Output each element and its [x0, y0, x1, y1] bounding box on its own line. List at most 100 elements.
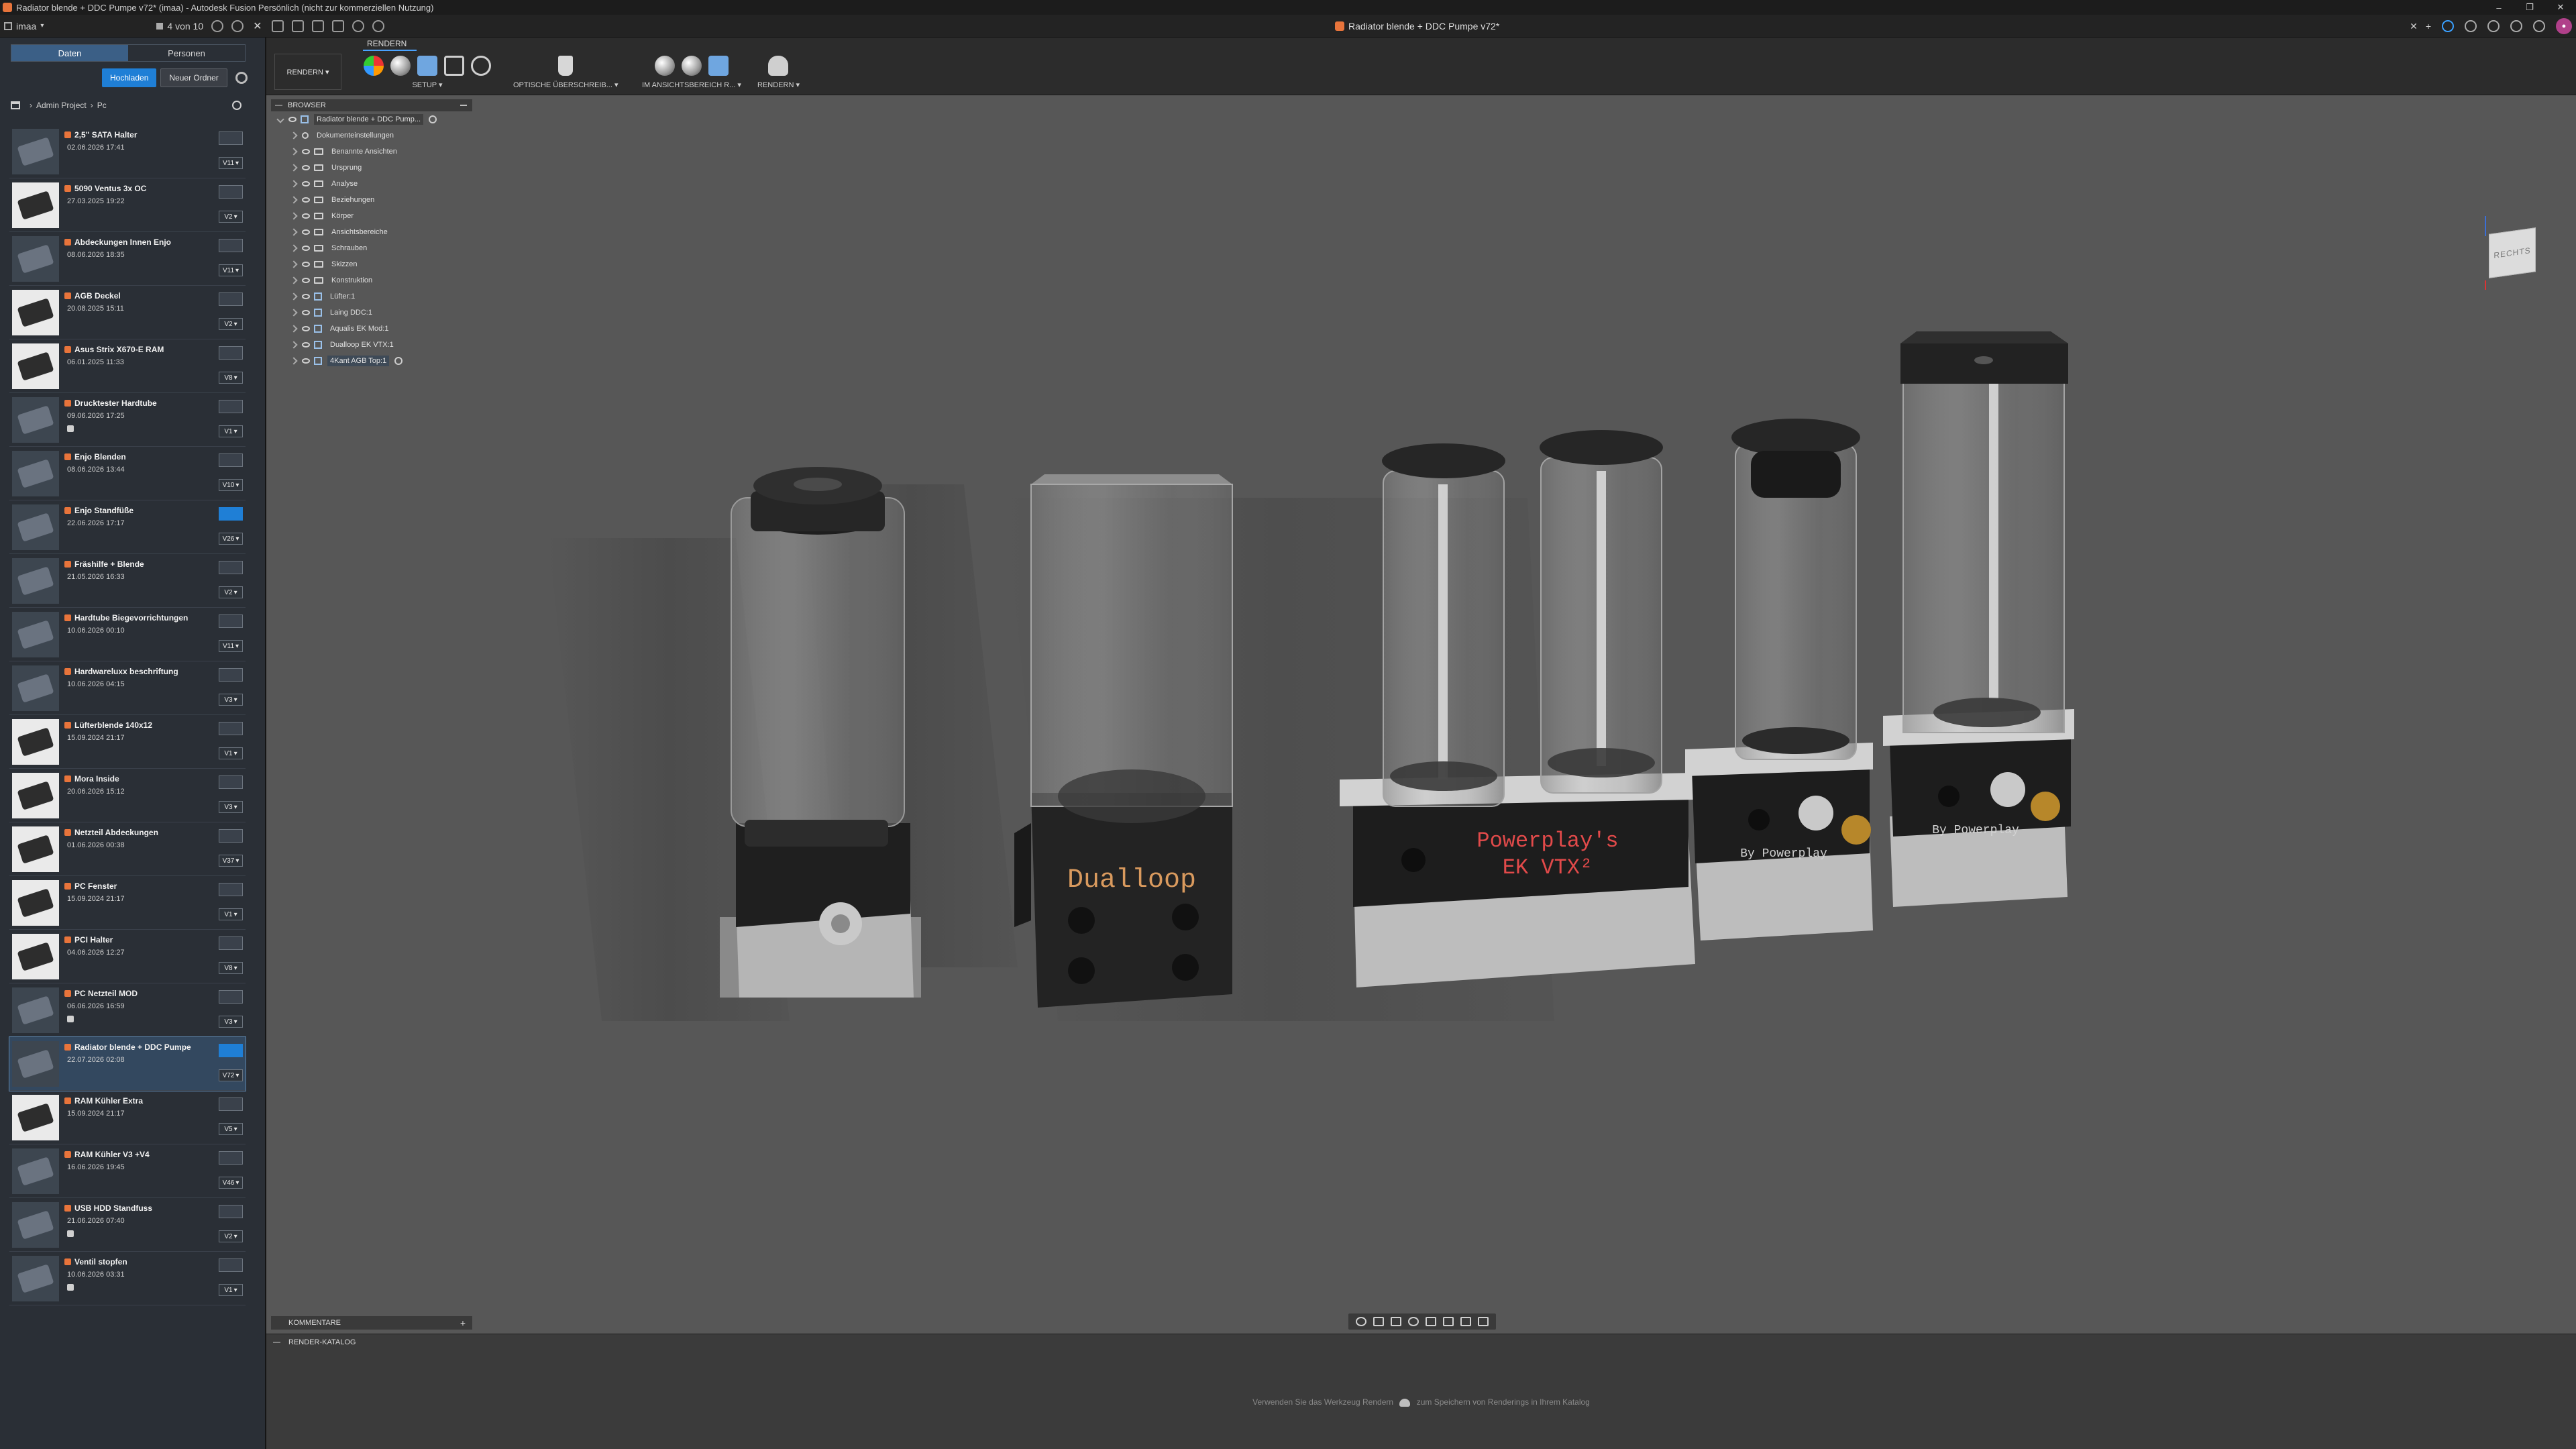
expand-arrow-icon[interactable]	[290, 325, 298, 333]
render-group[interactable]: RENDERN ▾	[757, 54, 800, 93]
version-badge[interactable]: V8 ▾	[219, 372, 243, 384]
version-badge[interactable]: V2 ▾	[219, 211, 243, 223]
document-tab[interactable]: Radiator blende + DDC Pumpe v72*	[1335, 15, 1499, 38]
expand-arrow-icon[interactable]	[290, 148, 298, 156]
version-badge[interactable]: V8 ▾	[219, 962, 243, 974]
file-item[interactable]: RAM Kühler Extra 15.09.2024 21:17 V5 ▾	[9, 1091, 246, 1144]
version-badge[interactable]: V2 ▾	[219, 318, 243, 330]
in-canvas-settings-icon[interactable]	[681, 56, 702, 76]
version-badge[interactable]: V11 ▾	[219, 264, 243, 276]
version-badge[interactable]: V1 ▾	[219, 747, 243, 759]
browser-node[interactable]: Dualloop EK VTX:1	[271, 337, 472, 353]
apps-grid-icon[interactable]	[291, 19, 304, 32]
expand-arrow-icon[interactable]	[290, 309, 298, 317]
job-status-cloud-icon[interactable]	[2465, 20, 2477, 32]
file-item[interactable]: Enjo Blenden 08.06.2026 13:44 V10 ▾	[9, 447, 246, 500]
open-file-button[interactable]	[219, 561, 243, 574]
appearance-icon[interactable]	[364, 56, 384, 76]
visibility-eye-icon[interactable]	[302, 181, 310, 186]
version-badge[interactable]: V10 ▾	[219, 479, 243, 491]
file-thumbnail[interactable]	[12, 826, 59, 872]
undo-icon[interactable]	[352, 19, 364, 32]
view-cube-face-right[interactable]: RECHTS	[2489, 227, 2536, 278]
maximize-button[interactable]: ❐	[2514, 0, 2545, 15]
open-file-button[interactable]	[219, 400, 243, 413]
version-badge[interactable]: V3 ▾	[219, 694, 243, 706]
close-panel-icon[interactable]: ✕	[253, 19, 262, 33]
workspace-switcher[interactable]: RENDERN ▾	[274, 54, 341, 90]
open-file-button[interactable]	[219, 829, 243, 843]
optical-override-icon[interactable]	[558, 56, 574, 76]
activate-icon[interactable]	[394, 357, 403, 365]
browser-node[interactable]: Skizzen	[271, 256, 472, 272]
visibility-eye-icon[interactable]	[302, 197, 310, 203]
expand-arrow-icon[interactable]	[290, 131, 298, 140]
expand-arrow-icon[interactable]	[290, 212, 298, 220]
file-item[interactable]: Asus Strix X670-E RAM 06.01.2025 11:33 V8 ▾	[9, 339, 246, 393]
user-menu[interactable]: imaa ▾	[0, 15, 48, 38]
browser-root-node[interactable]: Radiator blende + DDC Pump...	[271, 111, 472, 127]
expand-arrow-icon[interactable]	[290, 341, 298, 349]
open-file-button[interactable]	[219, 1151, 243, 1165]
file-thumbnail[interactable]	[12, 612, 59, 657]
visibility-eye-icon[interactable]	[302, 213, 310, 219]
browser-node[interactable]: Dokumenteinstellungen	[271, 127, 472, 144]
version-badge[interactable]: V11 ▾	[219, 640, 243, 652]
file-thumbnail[interactable]	[12, 451, 59, 496]
expand-arrow-icon[interactable]	[276, 115, 284, 123]
view-cube[interactable]: RECHTS	[2477, 216, 2544, 290]
file-item[interactable]: RAM Kühler V3 +V4 16.06.2026 19:45 V46 ▾	[9, 1144, 246, 1198]
version-badge[interactable]: V72 ▾	[219, 1069, 243, 1081]
visibility-eye-icon[interactable]	[302, 342, 310, 347]
version-badge[interactable]: V46 ▾	[219, 1177, 243, 1189]
breadcrumb-folder[interactable]: Pc	[97, 101, 107, 110]
viewports-icon[interactable]	[1478, 1317, 1489, 1326]
version-badge[interactable]: V3 ▾	[219, 801, 243, 813]
close-tab-icon[interactable]: ✕	[2410, 21, 2418, 32]
browser-node[interactable]: Körper	[271, 208, 472, 224]
browser-node[interactable]: Beziehungen	[271, 192, 472, 208]
open-file-button[interactable]	[219, 1205, 243, 1218]
collapse-icon[interactable]: —	[275, 101, 282, 109]
browser-node[interactable]: Lüfter:1	[271, 288, 472, 305]
ek-small-reservoir[interactable]: By Powerplay	[1685, 419, 1873, 941]
open-file-button[interactable]	[219, 239, 243, 252]
open-file-button[interactable]	[219, 722, 243, 735]
open-file-button[interactable]	[219, 507, 243, 521]
file-thumbnail[interactable]	[12, 1095, 59, 1140]
home-icon[interactable]	[11, 101, 20, 109]
version-badge[interactable]: V1 ▾	[219, 425, 243, 437]
home-icon[interactable]	[271, 19, 284, 32]
open-file-button[interactable]	[219, 668, 243, 682]
redo-icon[interactable]	[372, 19, 384, 32]
file-item[interactable]: PC Netzteil MOD 06.06.2026 16:59 V3 ▾	[9, 983, 246, 1037]
file-item[interactable]: Lüfterblende 140x12 15.09.2024 21:17 V1 ▾	[9, 715, 246, 769]
gear-icon[interactable]	[235, 72, 248, 84]
file-item[interactable]: Hardwareluxx beschriftung 10.06.2026 04:1…	[9, 661, 246, 715]
visibility-eye-icon[interactable]	[302, 229, 310, 235]
in-canvas-render-icon[interactable]	[654, 56, 675, 76]
upload-button[interactable]: Hochladen	[102, 68, 157, 87]
user-avatar[interactable]: ●	[2556, 18, 2572, 34]
help-icon[interactable]	[2533, 20, 2545, 32]
visibility-eye-icon[interactable]	[302, 358, 310, 364]
open-file-button[interactable]	[219, 936, 243, 950]
4kant-agb-reservoir[interactable]: By Powerplay	[1883, 331, 2074, 907]
open-file-button[interactable]	[219, 292, 243, 306]
texture-map-icon[interactable]	[444, 56, 464, 76]
version-badge[interactable]: V3 ▾	[219, 1016, 243, 1028]
expand-arrow-icon[interactable]	[290, 276, 298, 284]
search-icon[interactable]	[232, 101, 241, 110]
teapot-render-icon[interactable]	[768, 56, 789, 76]
file-thumbnail[interactable]	[12, 773, 59, 818]
expand-arrow-icon[interactable]	[290, 244, 298, 252]
file-item[interactable]: Mora Inside 20.06.2026 15:12 V3 ▾	[9, 769, 246, 822]
file-item[interactable]: PCI Halter 04.06.2026 12:27 V8 ▾	[9, 930, 246, 983]
open-file-button[interactable]	[219, 1097, 243, 1111]
comments-bar[interactable]: KOMMENTARE +	[271, 1316, 472, 1330]
tab-daten[interactable]: Daten	[11, 45, 128, 61]
version-badge[interactable]: V11 ▾	[219, 157, 243, 169]
orbit-icon[interactable]	[1356, 1317, 1366, 1326]
expand-arrow-icon[interactable]	[290, 357, 298, 365]
version-badge[interactable]: V26 ▾	[219, 533, 243, 545]
